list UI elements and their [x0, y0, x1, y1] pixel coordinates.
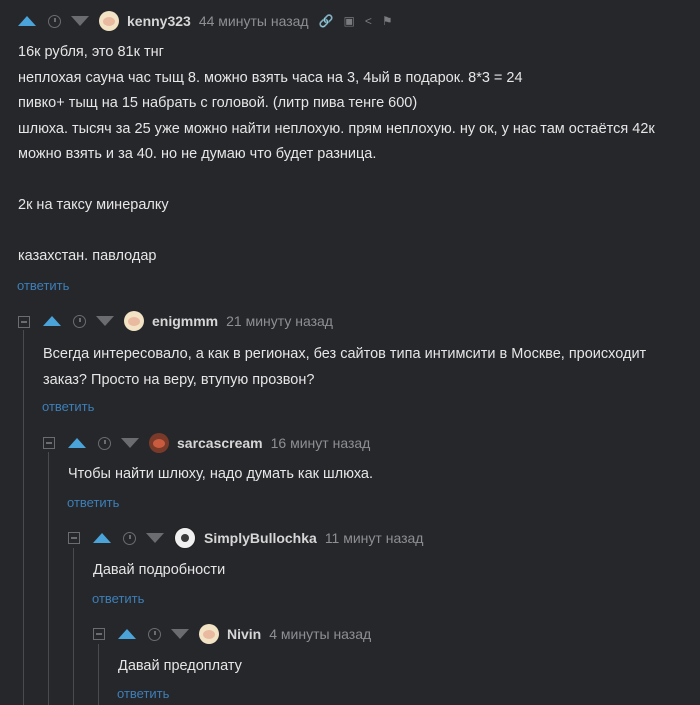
link-icon[interactable]: 🔗 [319, 14, 334, 28]
comment-line: Давай подробности [93, 562, 226, 578]
comment-time[interactable]: 11 минут назад [325, 530, 424, 546]
downvote-icon[interactable] [71, 16, 89, 26]
username[interactable]: Nivin [227, 626, 261, 642]
thread-line [98, 644, 99, 705]
comment-line: казахстан. павлодар [18, 248, 157, 264]
reply-link[interactable]: ответить [67, 495, 119, 510]
comment-header: kenny323 44 минуты назад 🔗 ▣ < ⚑ [18, 9, 403, 33]
comment-body: 16к рубля, это 81к тнг неплохая сауна ча… [18, 40, 655, 270]
save-icon[interactable]: ▣ [344, 14, 355, 28]
comment-body: Давай предоплату [118, 654, 242, 680]
clock-icon[interactable] [148, 627, 161, 641]
downvote-icon[interactable] [121, 438, 139, 448]
clock-icon[interactable] [98, 436, 111, 450]
reply-link[interactable]: ответить [92, 591, 144, 606]
thread-line [23, 330, 24, 705]
collapse-icon[interactable] [43, 437, 55, 449]
username[interactable]: sarcascream [177, 435, 263, 451]
reply-link[interactable]: ответить [117, 686, 169, 701]
comment-line: заказ? Просто на веру, втупую прозвон? [43, 371, 315, 388]
comment-header: sarcascream 16 минут назад [68, 431, 380, 455]
comment-line: 16к рубля, это 81к тнг [18, 44, 164, 60]
comment-time[interactable]: 21 минуту назад [226, 313, 333, 329]
collapse-icon[interactable] [18, 316, 30, 328]
avatar[interactable] [124, 311, 144, 331]
clock-icon[interactable] [48, 14, 61, 28]
comment-body: Всегда интересовало, а как в регионах, б… [43, 342, 646, 393]
comment-body: Чтобы найти шлюху, надо думать как шлюха… [68, 462, 373, 488]
comment-line: Давай предоплату [118, 658, 242, 674]
comment-line: шлюха. тысяч за 25 уже можно найти непло… [18, 120, 655, 137]
upvote-icon[interactable] [93, 533, 111, 543]
comment-time[interactable]: 16 минут назад [271, 435, 371, 451]
username[interactable]: SimplyBullochka [204, 530, 317, 546]
comment-line [18, 168, 655, 194]
thread-line [73, 548, 74, 705]
thread-line [48, 452, 49, 705]
comment-line [18, 219, 655, 245]
comment-line: неплохая сауна час тыщ 8. можно взять ча… [18, 69, 523, 86]
comment-header: SimplyBullochka 11 минут назад [93, 526, 433, 550]
upvote-icon[interactable] [43, 316, 61, 326]
reply-link[interactable]: ответить [42, 399, 94, 414]
comment-header: enigmmm 21 минуту назад [43, 309, 343, 333]
downvote-icon[interactable] [96, 316, 114, 326]
avatar[interactable] [149, 433, 169, 453]
avatar[interactable] [99, 11, 119, 31]
avatar[interactable] [199, 624, 219, 644]
comment-line: можно взять и за 40. но не думаю что буд… [18, 146, 377, 162]
share-icon[interactable]: < [365, 14, 372, 28]
reply-link[interactable]: ответить [17, 278, 69, 293]
downvote-icon[interactable] [171, 629, 189, 639]
collapse-icon[interactable] [93, 628, 105, 640]
comment-time[interactable]: 44 минуты назад [199, 13, 309, 29]
comment-header: Nivin 4 минуты назад [118, 622, 381, 646]
upvote-icon[interactable] [18, 16, 36, 26]
comment-line: Чтобы найти шлюху, надо думать как шлюха… [68, 466, 374, 482]
clock-icon[interactable] [123, 531, 136, 545]
upvote-icon[interactable] [118, 629, 136, 639]
collapse-icon[interactable] [68, 532, 80, 544]
comment-line: Всегда интересовало, а как в регионах, б… [43, 346, 647, 362]
comment-line: 2к на таксу минералку [18, 197, 169, 213]
avatar[interactable] [174, 527, 196, 549]
username[interactable]: enigmmm [152, 313, 218, 329]
clock-icon[interactable] [73, 314, 86, 328]
username[interactable]: kenny323 [127, 13, 191, 29]
upvote-icon[interactable] [68, 438, 86, 448]
comment-time[interactable]: 4 минуты назад [269, 626, 371, 642]
flag-icon[interactable]: ⚑ [382, 14, 393, 28]
comment-body: Давай подробности [93, 558, 225, 584]
comment-line: пивко+ тыщ на 15 набрать с головой. (лит… [18, 95, 418, 111]
downvote-icon[interactable] [146, 533, 164, 543]
